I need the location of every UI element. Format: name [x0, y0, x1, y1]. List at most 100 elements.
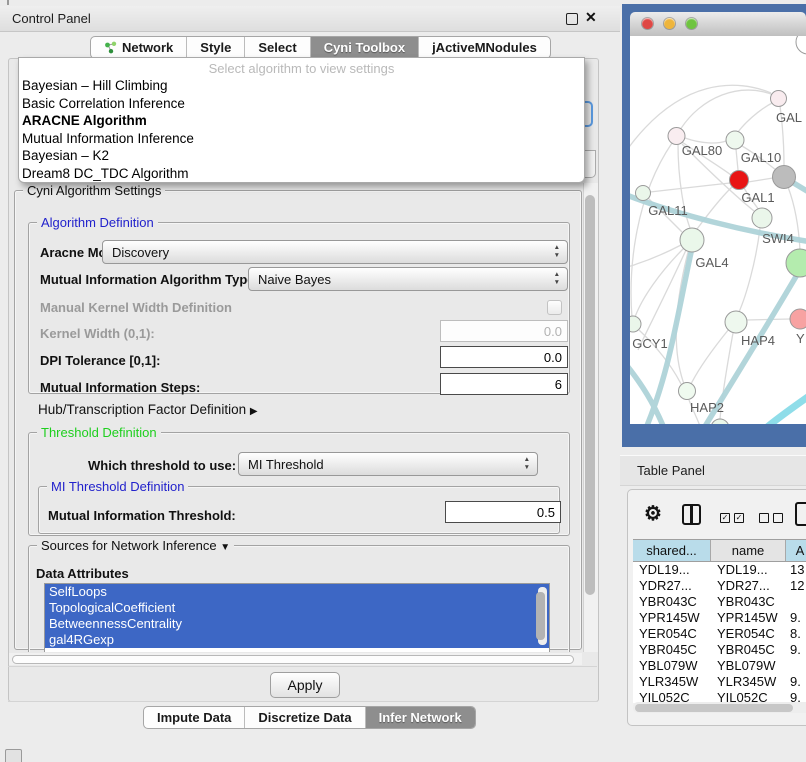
manual-kernel-checkbox[interactable]	[547, 300, 562, 315]
node-labels: GAL GAL80 GAL10 GAL1 GAL11 GAL4 SWI4 Y H…	[632, 110, 805, 415]
table-horizontal-scrollbar[interactable]	[633, 702, 806, 713]
group-title: MI Threshold Definition	[47, 479, 188, 494]
node-gal4	[680, 228, 704, 252]
group-title[interactable]: Sources for Network Inference ▼	[37, 538, 234, 553]
tab-discretize-data[interactable]: Discretize Data	[245, 707, 365, 728]
float-window-icon[interactable]	[566, 13, 578, 25]
node-label: GAL10	[741, 150, 781, 165]
network-window-titlebar[interactable]	[630, 12, 806, 37]
which-threshold-select[interactable]: MI Threshold ▲▼	[238, 452, 538, 476]
list-item[interactable]: BetweennessCentrality	[45, 616, 549, 632]
collapsed-arrow-icon: ▶	[250, 406, 258, 417]
select-all-checks-icon[interactable]: ✓✓	[720, 509, 748, 527]
kernel-width-field[interactable]: 0.0	[440, 320, 568, 342]
node-label: GAL4	[695, 255, 728, 270]
column-header-partial[interactable]: A	[786, 540, 806, 561]
list-item[interactable]: SelfLoops	[45, 584, 549, 600]
network-canvas[interactable]: GAL GAL80 GAL10 GAL1 GAL11 GAL4 SWI4 Y H…	[630, 36, 806, 424]
dropdown-item[interactable]: Basic Correlation Inference	[19, 95, 584, 113]
table-rows[interactable]: YDL19...YDL19...13 YDR27...YDR27...12 YB…	[633, 562, 806, 703]
node-label: GAL80	[682, 143, 722, 158]
table-row[interactable]: YDL19...YDL19...13	[633, 562, 806, 578]
table-horizontal-scrollbar-thumb[interactable]	[635, 704, 793, 712]
control-panel-titlebar	[0, 6, 620, 32]
node	[771, 91, 787, 107]
table-row[interactable]: YBR043CYBR043C	[633, 594, 806, 610]
dpi-tolerance-field[interactable]: 0.0	[440, 346, 568, 368]
column-header-shared-name[interactable]: shared...	[633, 540, 711, 561]
table-row[interactable]: YLR345WYLR345W9.	[633, 674, 806, 690]
zoom-traffic-light[interactable]	[686, 18, 697, 29]
divider	[8, 666, 597, 667]
node	[796, 36, 806, 54]
window-edge-tick	[7, 0, 9, 5]
tab-select[interactable]: Select	[245, 37, 310, 58]
table-row[interactable]: YPR145WYPR145W9.	[633, 610, 806, 626]
table-row[interactable]: YBR045CYBR045C9.	[633, 642, 806, 658]
tab-network[interactable]: Network	[91, 37, 187, 58]
group-title: Algorithm Definition	[37, 215, 158, 230]
list-scrollbar[interactable]	[538, 587, 547, 645]
table-header-row: shared... name A	[633, 539, 806, 562]
node-label: GAL	[776, 110, 802, 125]
cyni-settings-scrollpane: Cyni Algorithm Settings Algorithm Defini…	[8, 182, 583, 652]
node-swi4	[752, 208, 772, 228]
tab-jactivemnodules[interactable]: jActiveMNodules	[419, 37, 550, 58]
node-label: GCY1	[632, 336, 667, 351]
list-scrollbar-thumb[interactable]	[536, 592, 545, 640]
node-hap4	[725, 311, 747, 333]
column-header-name[interactable]: name	[711, 540, 786, 561]
columns-icon[interactable]	[682, 504, 701, 525]
settings-horizontal-scrollbar-thumb[interactable]	[12, 655, 574, 664]
node	[711, 419, 729, 424]
new-file-icon[interactable]	[795, 502, 806, 526]
group-title: Cyni Algorithm Settings	[23, 183, 165, 198]
table-row[interactable]: YDR27...YDR27...12	[633, 578, 806, 594]
combo-arrows-icon: ▲▼	[524, 456, 530, 472]
tab-cyni-toolbox[interactable]: Cyni Toolbox	[311, 37, 419, 58]
node-gal80	[668, 128, 685, 145]
table-row[interactable]: YER054CYER054C8.	[633, 626, 806, 642]
data-attributes-list[interactable]: SelfLoops TopologicalCoefficient Between…	[44, 583, 550, 652]
tab-style[interactable]: Style	[187, 37, 245, 58]
floating-grip-icon[interactable]	[5, 749, 22, 762]
deselect-all-checks-icon[interactable]	[759, 509, 787, 527]
data-attributes-label: Data Attributes	[36, 566, 129, 581]
expanded-arrow-icon: ▼	[220, 542, 230, 553]
dropdown-item-highlighted[interactable]: ARACNE Algorithm	[19, 112, 584, 130]
node	[773, 166, 796, 189]
kernel-width-label: Kernel Width (0,1):	[40, 326, 155, 341]
network-icon	[104, 41, 117, 54]
manual-kernel-label: Manual Kernel Width Definition	[40, 300, 232, 315]
dropdown-item[interactable]: Mutual Information Inference	[19, 130, 584, 148]
node-gal10	[726, 131, 744, 149]
dropdown-item[interactable]: Bayesian – Hill Climbing	[19, 77, 584, 95]
mi-algorithm-type-label: Mutual Information Algorithm Type:	[40, 272, 259, 287]
mi-algorithm-type-select[interactable]: Naive Bayes ▲▼	[248, 267, 568, 291]
list-item[interactable]: gal4RGexp	[45, 632, 549, 648]
cyni-bottom-tabbar: Impute Data Discretize Data Infer Networ…	[143, 706, 476, 729]
tab-network-label: Network	[122, 40, 173, 55]
tab-impute-data[interactable]: Impute Data	[144, 707, 245, 728]
dropdown-item[interactable]: Dream8 DC_TDC Algorithm	[19, 165, 584, 183]
table-panel-body: ⚙ ✓✓ shared... name A YDL19...YDL19...13…	[627, 489, 806, 726]
table-row[interactable]: YBL079WYBL079W	[633, 658, 806, 674]
gear-icon[interactable]: ⚙	[644, 501, 662, 526]
node-table: shared... name A YDL19...YDL19...13 YDR2…	[633, 539, 806, 703]
settings-vertical-scrollbar-thumb[interactable]	[585, 195, 595, 595]
mi-threshold-field[interactable]: 0.5	[445, 501, 561, 523]
minimize-traffic-light[interactable]	[664, 18, 675, 29]
tab-infer-network[interactable]: Infer Network	[366, 707, 475, 728]
dropdown-item[interactable]: Bayesian – K2	[19, 147, 584, 165]
combo-arrows-icon: ▲▼	[554, 271, 560, 287]
close-traffic-light[interactable]	[642, 18, 653, 29]
aracne-mode-select[interactable]: Discovery ▲▼	[102, 240, 568, 264]
network-nodes[interactable]	[630, 36, 806, 424]
mi-steps-field[interactable]: 6	[440, 373, 568, 395]
hub-definition-toggle[interactable]: Hub/Transcription Factor Definition ▶	[38, 402, 258, 417]
close-icon[interactable]: ✕	[585, 9, 597, 26]
list-item[interactable]: TopologicalCoefficient	[45, 600, 549, 616]
apply-button[interactable]: Apply	[270, 672, 340, 698]
mi-threshold-label: Mutual Information Threshold:	[48, 508, 236, 523]
table-panel-title: Table Panel	[637, 463, 705, 478]
